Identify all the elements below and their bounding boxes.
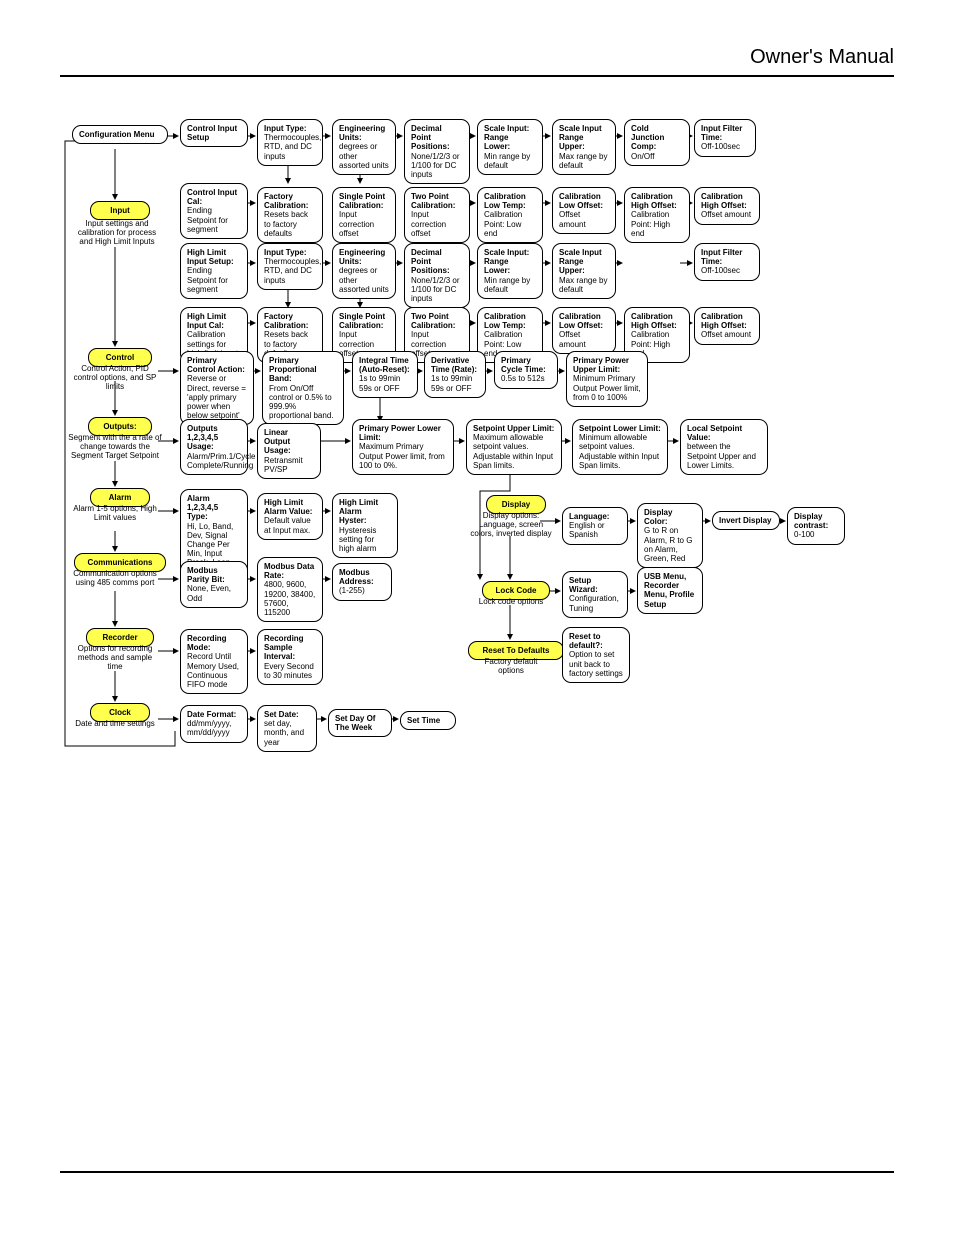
node: Display Color:G to R on Alarm, R to G on…	[637, 503, 703, 568]
node-configuration-menu: Configuration Menu	[72, 125, 168, 144]
configuration-flow-diagram: Configuration Menu Input Input settings …	[60, 111, 892, 771]
node: High Limit Input Setup:Ending Setpoint f…	[180, 243, 248, 299]
node: Language:English or Spanish	[562, 507, 628, 545]
desc-recorder: Options for recording methods and sample…	[70, 644, 160, 672]
node: Calibration Low Offset:Offset amount	[552, 187, 616, 234]
desc-lock-code: Lock code options	[476, 597, 546, 606]
node: Scale Input Range Upper:Max range by def…	[552, 119, 616, 175]
node: Primary Control Action:Reverse or Direct…	[180, 351, 254, 425]
node: Calibration Low Temp:Calibration Point: …	[477, 187, 543, 243]
node: Setpoint Lower Limit:Minimum allowable s…	[572, 419, 668, 475]
node: Primary Power Lower Limit:Maximum Primar…	[352, 419, 454, 475]
node: Modbus Parity Bit:None, Even, Odd	[180, 561, 248, 608]
page-header: Owner's Manual	[60, 46, 894, 69]
node: Two Point Calibration:Input correction o…	[404, 187, 470, 243]
node: Set Day Of The Week	[328, 709, 392, 737]
node: Set Date:set day, month, and year	[257, 705, 317, 752]
node-input: Input	[90, 201, 150, 220]
node: Engineering Units:degrees or other assor…	[332, 243, 396, 299]
node: Single Point Calibration:Input correctio…	[332, 187, 396, 243]
desc-outputs: Segment with the a rate of change toward…	[68, 433, 162, 461]
node: Setup Wizard:Configuration, Tuning	[562, 571, 628, 618]
desc-communications: Communication options using 485 comms po…	[72, 569, 158, 587]
node: Calibration High Offset:Calibration Poin…	[624, 187, 690, 243]
node: Primary Proportional Band:From On/Off co…	[262, 351, 344, 425]
node: Scale Input Range Upper:Max range by def…	[552, 243, 616, 299]
node: High Limit Alarm Hyster:Hysteresis setti…	[332, 493, 398, 558]
desc-display: Display options: Language, screen colors…	[468, 511, 554, 539]
node: Calibration Low Offset:Offset amount	[552, 307, 616, 354]
node: Cold Junction Comp:On/Off	[624, 119, 690, 166]
desc-clock: Date and time settings	[72, 719, 158, 728]
node: Engineering Units:degrees or other assor…	[332, 119, 396, 175]
node: Factory Calibration:Resets back to facto…	[257, 187, 323, 243]
node: Set Time	[400, 711, 456, 730]
node: Recording Sample Interval:Every Second t…	[257, 629, 323, 685]
node: Calibration High Offset:Offset amount	[694, 307, 760, 345]
node: Input Type:Thermocouples, RTD, and DC in…	[257, 243, 323, 290]
node: Decimal Point Positions:None/1/2/3 or 1/…	[404, 119, 470, 184]
desc-alarm: Alarm 1-5 options, High Limit values	[72, 504, 158, 522]
node: Scale Input: Range Lower:Min range by de…	[477, 119, 543, 175]
node: Linear Output Usage:Retransmit PV/SP	[257, 423, 321, 479]
node: Input Type:Thermocouples, RTD, and DC in…	[257, 119, 323, 166]
node: Input Filter Time:Off-100sec	[694, 119, 756, 157]
node: Modbus Data Rate:4800, 9600, 19200, 3840…	[257, 557, 323, 622]
desc-control: Control Action, PID control options, and…	[72, 364, 158, 392]
node: Modbus Address:(1-255)	[332, 563, 392, 601]
node: Primary Cycle Time:0.5s to 512s	[494, 351, 558, 389]
node: Derivative Time (Rate):1s to 99min 59s o…	[424, 351, 486, 398]
node: Primary Power Upper Limit:Minimum Primar…	[566, 351, 648, 407]
node: Integral Time (Auto-Reset):1s to 99min 5…	[352, 351, 418, 398]
node: Outputs 1,2,3,4,5 Usage:Alarm/Prim.1/Cyc…	[180, 419, 248, 475]
node: Control Input Setup	[180, 119, 248, 147]
node: Control Input Cal:Ending Setpoint for se…	[180, 183, 248, 239]
node: Scale Input: Range Lower:Min range by de…	[477, 243, 543, 299]
node: Local Setpoint Value:between the Setpoin…	[680, 419, 768, 475]
node: USB Menu, Recorder Menu, Profile Setup	[637, 567, 703, 614]
node: High Limit Alarm Value:Default value at …	[257, 493, 323, 540]
desc-reset-defaults: Factory default options	[474, 657, 548, 675]
desc-input: Input settings and calibration for proce…	[72, 219, 162, 247]
node: Invert Display	[712, 511, 780, 530]
header-rule	[60, 75, 894, 77]
node: Date Format:dd/mm/yyyy, mm/dd/yyyy	[180, 705, 248, 743]
node: Decimal Point Positions:None/1/2/3 or 1/…	[404, 243, 470, 308]
node: Input Filter Time:Off-100sec	[694, 243, 760, 281]
footer-rule	[60, 1171, 894, 1173]
node: Setpoint Upper Limit:Maximum allowable s…	[466, 419, 562, 475]
node: Recording Mode:Record Until Memory Used,…	[180, 629, 248, 694]
node: Reset to default?:Option to set unit bac…	[562, 627, 630, 683]
node: Display contrast:0-100	[787, 507, 845, 545]
node: Calibration High Offset:Offset amount	[694, 187, 760, 225]
